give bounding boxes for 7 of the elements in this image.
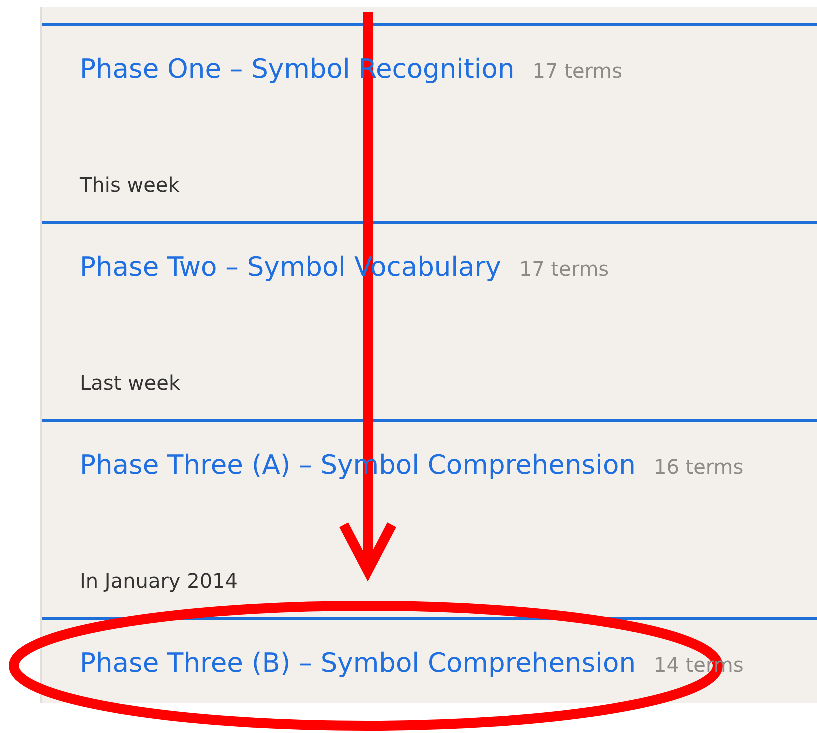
term-count: 17 terms (532, 59, 623, 83)
term-count: 16 terms (654, 455, 744, 479)
term-count: 17 terms (519, 257, 610, 281)
date-label: In January 2014 (80, 569, 240, 593)
set-title-link[interactable]: Phase Three (B) – Symbol Comprehension (80, 648, 636, 679)
date-label: Last week (80, 371, 182, 395)
date-label: This week (80, 173, 181, 197)
